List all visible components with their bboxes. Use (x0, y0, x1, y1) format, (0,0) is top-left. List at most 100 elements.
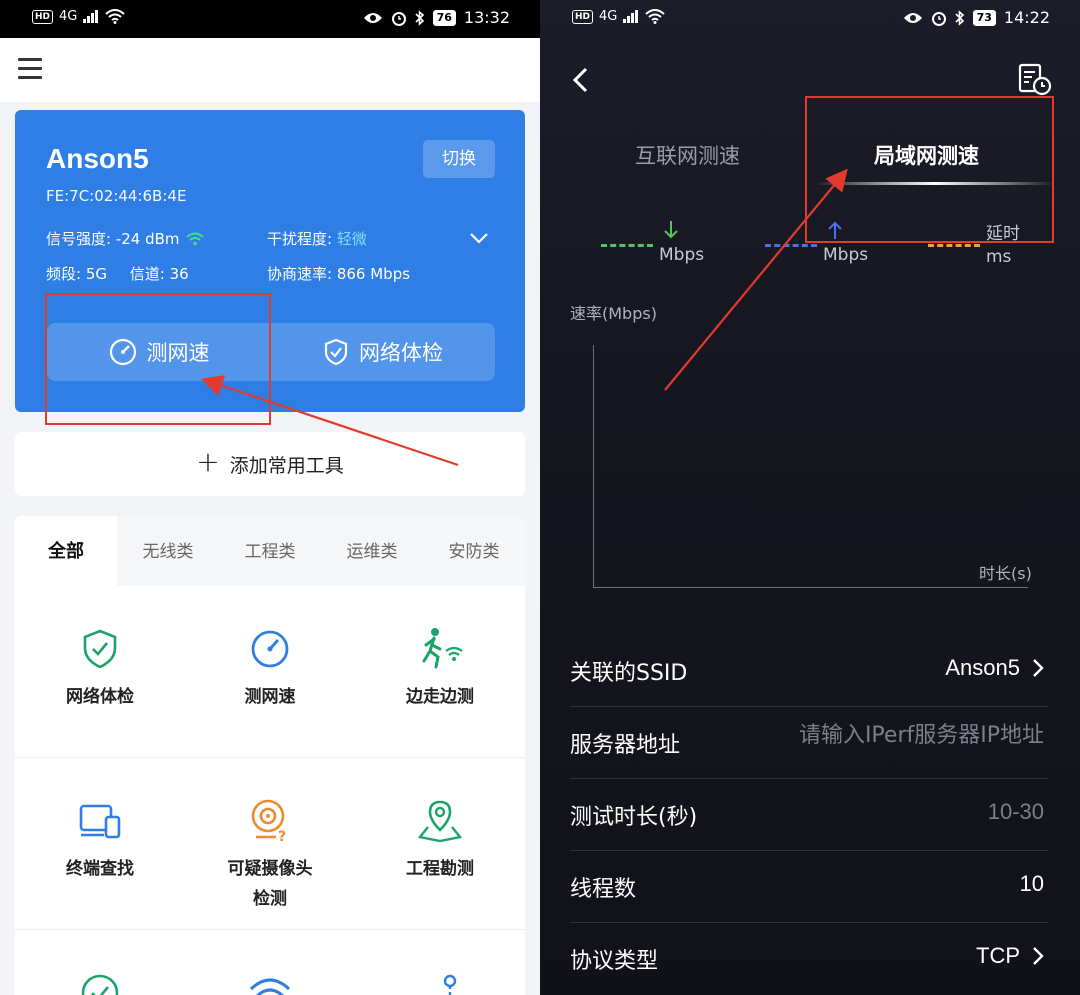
left-screen: HD 4G 76 13:32 Anson5 FE:7C:02:44:6B:4E … (0, 0, 540, 995)
plus-icon: + (196, 445, 220, 478)
clock: 13:32 (463, 8, 510, 27)
signal-label: 信号强度: (46, 230, 112, 248)
interference: 干扰程度: 轻微 (267, 228, 367, 249)
tool-grid-row: 网络体检 测网速 边走边测 (15, 586, 525, 758)
speedometer-icon (251, 630, 289, 668)
ssid-row-value: Anson5 (945, 655, 1020, 680)
ssid-row-value-wrap: Anson5 (945, 655, 1044, 681)
wifi-icon (645, 9, 666, 24)
eye-icon (363, 12, 382, 23)
download-arrow-icon (664, 221, 678, 239)
bluetooth-icon (415, 9, 424, 26)
add-tools-button[interactable]: + 添加常用工具 (15, 432, 525, 496)
tool-grid-row: 终端查找 ? 可疑摄像头 检测 工程勘测 (15, 758, 525, 930)
chart-y-axis-label: 速率(Mbps) (570, 304, 657, 323)
battery-icon: 73 (972, 9, 996, 26)
signal-icon (83, 10, 99, 23)
legend-latency-label: 延时 (986, 224, 1020, 244)
tab-wireless[interactable]: 无线类 (117, 516, 219, 586)
interference-value: 轻微 (336, 230, 367, 248)
tab-all[interactable]: 全部 (15, 516, 117, 586)
mac-address: FE:7C:02:44:6B:4E (46, 187, 187, 205)
shield-check-icon (83, 629, 117, 669)
legend-line-download (601, 244, 653, 247)
right-screen: HD 4G 73 14:22 互联网测速 局域网测速 Mbps Mbps 延时 … (540, 0, 1080, 995)
route-icon (443, 974, 457, 995)
chart-x-axis-label: 时长(s) (979, 564, 1032, 583)
network-check-label: 网络体检 (359, 341, 443, 365)
protocol-value: TCP (976, 943, 1020, 968)
duration-label: 测试时长(秒) (570, 805, 698, 830)
tool-label: 边走边测 (406, 687, 474, 707)
back-arrow-icon[interactable] (570, 66, 590, 94)
band-channel: 频段: 5G 信道: 36 (46, 263, 189, 284)
top-bar (0, 38, 540, 102)
legend-line-latency (928, 244, 980, 247)
category-tabs: 全部 无线类 工程类 运维类 安防类 (15, 516, 525, 586)
tool-label: 网络体检 (66, 687, 134, 707)
tool-walk-test[interactable]: 边走边测 (355, 626, 525, 757)
server-address-row: 服务器地址 (570, 707, 1048, 779)
wifi-icon (249, 978, 291, 995)
chevron-right-icon (1033, 947, 1044, 965)
tab-security[interactable]: 安防类 (423, 516, 525, 586)
ssid-row[interactable]: 关联的SSID Anson5 (570, 635, 1048, 707)
map-pin-icon (418, 800, 462, 843)
interference-label: 干扰程度: (267, 230, 333, 248)
legend-line-upload (765, 244, 817, 247)
signal-icon (623, 10, 639, 23)
tool-device-finder[interactable]: 终端查找 (15, 798, 185, 929)
tool-grid-row (15, 930, 525, 995)
network-check-button[interactable]: 网络体检 (271, 323, 495, 381)
channel-value: 36 (169, 265, 189, 283)
tab-internet-speed[interactable]: 互联网测速 (635, 140, 740, 170)
tab-operations[interactable]: 运维类 (321, 516, 423, 586)
hd-icon: HD (572, 9, 594, 24)
tool-partial[interactable] (185, 970, 355, 995)
status-left: HD 4G (32, 9, 126, 24)
server-address-label: 服务器地址 (570, 733, 681, 758)
chart-x-axis (593, 587, 1028, 588)
svg-text:?: ? (278, 829, 286, 843)
protocol-value-wrap: TCP (976, 943, 1044, 969)
signal-value: -24 dBm (115, 230, 180, 248)
clock: 14:22 (1003, 8, 1050, 27)
legend-download-unit: Mbps (659, 245, 705, 265)
tool-label: 可疑摄像头 检测 (227, 859, 313, 909)
status-bar: HD 4G 76 13:32 (0, 0, 540, 38)
tool-site-survey[interactable]: 工程勘测 (355, 798, 525, 929)
status-bar: HD 4G 73 14:22 (540, 0, 1080, 38)
shield-check-icon (324, 338, 348, 366)
tool-camera-detect[interactable]: ? 可疑摄像头 检测 (185, 798, 355, 929)
chevron-down-icon[interactable] (469, 228, 489, 248)
annotation-box-speed-test (45, 293, 271, 425)
tools-panel: 全部 无线类 工程类 运维类 安防类 网络体检 测网速 边走边测 终端查找 ? … (15, 516, 525, 995)
status-right: 73 14:22 (903, 8, 1050, 27)
band-label: 频段: (46, 265, 82, 283)
tool-partial[interactable] (355, 970, 525, 995)
wifi-icon (105, 9, 126, 24)
tool-speed-test[interactable]: 测网速 (185, 626, 355, 757)
menu-icon[interactable] (18, 58, 42, 80)
negotiated-rate: 协商速率: 866 Mbps (267, 263, 410, 284)
history-icon[interactable] (1018, 62, 1052, 96)
devices-icon (79, 804, 121, 839)
duration-row: 测试时长(秒) 10-30 (570, 779, 1048, 851)
duration-value[interactable]: 10-30 (988, 799, 1044, 825)
tool-label: 测网速 (244, 687, 296, 707)
status-left: HD 4G (572, 9, 666, 24)
tab-engineering[interactable]: 工程类 (219, 516, 321, 586)
switch-network-button[interactable]: 切换 (423, 140, 495, 178)
tool-network-check[interactable]: 网络体检 (15, 626, 185, 757)
server-address-input[interactable] (764, 723, 1044, 748)
protocol-row[interactable]: 协议类型 TCP (570, 923, 1048, 995)
alarm-icon (931, 11, 946, 26)
threads-value[interactable]: 10 (1020, 871, 1044, 897)
check-circle-icon (81, 974, 119, 995)
upload-arrow-icon (828, 221, 842, 239)
network-type: 4G (599, 9, 618, 24)
status-right: 76 13:32 (363, 8, 510, 27)
tool-partial[interactable] (15, 970, 185, 995)
rate-label: 协商速率: (267, 265, 333, 283)
ssid-row-label: 关联的SSID (570, 661, 688, 686)
